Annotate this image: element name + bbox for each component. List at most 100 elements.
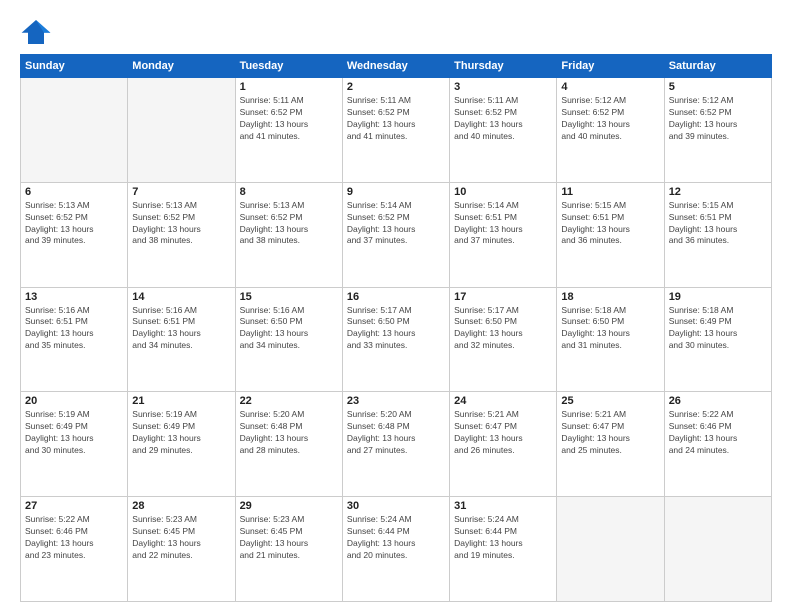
day-info: Sunrise: 5:22 AM Sunset: 6:46 PM Dayligh… — [669, 409, 767, 457]
calendar-cell: 22 Sunrise: 5:20 AM Sunset: 6:48 PM Dayli… — [235, 392, 342, 497]
calendar-cell: 28 Sunrise: 5:23 AM Sunset: 6:45 PM Dayli… — [128, 497, 235, 602]
day-number: 23 — [347, 395, 445, 407]
day-number: 12 — [669, 186, 767, 198]
day-info: Sunrise: 5:13 AM Sunset: 6:52 PM Dayligh… — [132, 200, 230, 248]
page: SundayMondayTuesdayWednesdayThursdayFrid… — [0, 0, 792, 612]
calendar-day-header: Saturday — [664, 55, 771, 78]
calendar-cell: 23 Sunrise: 5:20 AM Sunset: 6:48 PM Dayli… — [342, 392, 449, 497]
calendar-cell: 15Sunrise: 5:16 AM Sunset: 6:50 PM Dayli… — [235, 287, 342, 392]
day-info: Sunrise: 5:21 AM Sunset: 6:47 PM Dayligh… — [454, 409, 552, 457]
day-info: Sunrise: 5:16 AM Sunset: 6:51 PM Dayligh… — [25, 305, 123, 353]
calendar-cell: 8 Sunrise: 5:13 AM Sunset: 6:52 PM Daylig… — [235, 182, 342, 287]
day-info: Sunrise: 5:20 AM Sunset: 6:48 PM Dayligh… — [347, 409, 445, 457]
day-info: Sunrise: 5:16 AM Sunset: 6:51 PM Dayligh… — [132, 305, 230, 353]
calendar-cell: 10 Sunrise: 5:14 AM Sunset: 6:51 PM Dayli… — [450, 182, 557, 287]
day-info: Sunrise: 5:19 AM Sunset: 6:49 PM Dayligh… — [132, 409, 230, 457]
day-number: 30 — [347, 500, 445, 512]
day-info: Sunrise: 5:24 AM Sunset: 6:44 PM Dayligh… — [347, 514, 445, 562]
day-number: 4 — [561, 81, 659, 93]
calendar-cell: 11Sunrise: 5:15 AM Sunset: 6:51 PM Dayli… — [557, 182, 664, 287]
day-number: 10 — [454, 186, 552, 198]
day-info: Sunrise: 5:13 AM Sunset: 6:52 PM Dayligh… — [240, 200, 338, 248]
day-number: 27 — [25, 500, 123, 512]
day-info: Sunrise: 5:24 AM Sunset: 6:44 PM Dayligh… — [454, 514, 552, 562]
calendar-cell: 4Sunrise: 5:12 AM Sunset: 6:52 PM Daylig… — [557, 78, 664, 183]
day-number: 20 — [25, 395, 123, 407]
day-number: 25 — [561, 395, 659, 407]
calendar-cell: 20 Sunrise: 5:19 AM Sunset: 6:49 PM Dayli… — [21, 392, 128, 497]
day-info: Sunrise: 5:22 AM Sunset: 6:46 PM Dayligh… — [25, 514, 123, 562]
day-info: Sunrise: 5:15 AM Sunset: 6:51 PM Dayligh… — [669, 200, 767, 248]
day-info: Sunrise: 5:17 AM Sunset: 6:50 PM Dayligh… — [347, 305, 445, 353]
calendar-cell — [557, 497, 664, 602]
day-number: 19 — [669, 291, 767, 303]
calendar-cell: 16 Sunrise: 5:17 AM Sunset: 6:50 PM Dayli… — [342, 287, 449, 392]
day-number: 31 — [454, 500, 552, 512]
calendar-day-header: Friday — [557, 55, 664, 78]
calendar-cell: 14 Sunrise: 5:16 AM Sunset: 6:51 PM Dayli… — [128, 287, 235, 392]
calendar-cell: 25 Sunrise: 5:21 AM Sunset: 6:47 PM Dayli… — [557, 392, 664, 497]
calendar-header-row: SundayMondayTuesdayWednesdayThursdayFrid… — [21, 55, 772, 78]
calendar-cell: 3Sunrise: 5:11 AM Sunset: 6:52 PM Daylig… — [450, 78, 557, 183]
day-info: Sunrise: 5:14 AM Sunset: 6:51 PM Dayligh… — [454, 200, 552, 248]
day-info: Sunrise: 5:12 AM Sunset: 6:52 PM Dayligh… — [669, 95, 767, 143]
day-info: Sunrise: 5:23 AM Sunset: 6:45 PM Dayligh… — [240, 514, 338, 562]
logo-icon — [20, 18, 52, 46]
calendar-cell — [21, 78, 128, 183]
calendar-day-header: Wednesday — [342, 55, 449, 78]
calendar-cell: 1Sunrise: 5:11 AM Sunset: 6:52 PM Daylig… — [235, 78, 342, 183]
day-info: Sunrise: 5:13 AM Sunset: 6:52 PM Dayligh… — [25, 200, 123, 248]
calendar-week-row: 6 Sunrise: 5:13 AM Sunset: 6:52 PM Daylig… — [21, 182, 772, 287]
header — [20, 18, 772, 46]
day-info: Sunrise: 5:23 AM Sunset: 6:45 PM Dayligh… — [132, 514, 230, 562]
calendar-cell: 6 Sunrise: 5:13 AM Sunset: 6:52 PM Daylig… — [21, 182, 128, 287]
calendar-cell: 12 Sunrise: 5:15 AM Sunset: 6:51 PM Dayli… — [664, 182, 771, 287]
calendar-day-header: Sunday — [21, 55, 128, 78]
day-number: 14 — [132, 291, 230, 303]
day-number: 24 — [454, 395, 552, 407]
day-number: 28 — [132, 500, 230, 512]
calendar-cell — [128, 78, 235, 183]
calendar-week-row: 1Sunrise: 5:11 AM Sunset: 6:52 PM Daylig… — [21, 78, 772, 183]
calendar-cell: 13 Sunrise: 5:16 AM Sunset: 6:51 PM Dayli… — [21, 287, 128, 392]
day-info: Sunrise: 5:16 AM Sunset: 6:50 PM Dayligh… — [240, 305, 338, 353]
day-number: 7 — [132, 186, 230, 198]
calendar-cell: 26 Sunrise: 5:22 AM Sunset: 6:46 PM Dayli… — [664, 392, 771, 497]
day-info: Sunrise: 5:14 AM Sunset: 6:52 PM Dayligh… — [347, 200, 445, 248]
day-info: Sunrise: 5:19 AM Sunset: 6:49 PM Dayligh… — [25, 409, 123, 457]
calendar-cell: 5 Sunrise: 5:12 AM Sunset: 6:52 PM Daylig… — [664, 78, 771, 183]
day-number: 3 — [454, 81, 552, 93]
day-number: 16 — [347, 291, 445, 303]
calendar-cell: 7 Sunrise: 5:13 AM Sunset: 6:52 PM Daylig… — [128, 182, 235, 287]
day-number: 22 — [240, 395, 338, 407]
day-number: 17 — [454, 291, 552, 303]
day-info: Sunrise: 5:20 AM Sunset: 6:48 PM Dayligh… — [240, 409, 338, 457]
day-number: 26 — [669, 395, 767, 407]
calendar-cell: 9Sunrise: 5:14 AM Sunset: 6:52 PM Daylig… — [342, 182, 449, 287]
calendar-week-row: 20 Sunrise: 5:19 AM Sunset: 6:49 PM Dayli… — [21, 392, 772, 497]
day-info: Sunrise: 5:11 AM Sunset: 6:52 PM Dayligh… — [240, 95, 338, 143]
calendar-cell: 19 Sunrise: 5:18 AM Sunset: 6:49 PM Dayli… — [664, 287, 771, 392]
day-number: 21 — [132, 395, 230, 407]
calendar-cell: 17Sunrise: 5:17 AM Sunset: 6:50 PM Dayli… — [450, 287, 557, 392]
day-number: 13 — [25, 291, 123, 303]
calendar-day-header: Thursday — [450, 55, 557, 78]
calendar-table: SundayMondayTuesdayWednesdayThursdayFrid… — [20, 54, 772, 602]
day-info: Sunrise: 5:18 AM Sunset: 6:49 PM Dayligh… — [669, 305, 767, 353]
logo — [20, 18, 56, 46]
calendar-cell: 31 Sunrise: 5:24 AM Sunset: 6:44 PM Dayli… — [450, 497, 557, 602]
day-number: 6 — [25, 186, 123, 198]
calendar-cell: 27 Sunrise: 5:22 AM Sunset: 6:46 PM Dayli… — [21, 497, 128, 602]
calendar-cell: 30 Sunrise: 5:24 AM Sunset: 6:44 PM Dayli… — [342, 497, 449, 602]
day-info: Sunrise: 5:21 AM Sunset: 6:47 PM Dayligh… — [561, 409, 659, 457]
calendar-cell: 18Sunrise: 5:18 AM Sunset: 6:50 PM Dayli… — [557, 287, 664, 392]
day-info: Sunrise: 5:18 AM Sunset: 6:50 PM Dayligh… — [561, 305, 659, 353]
calendar-cell: 21 Sunrise: 5:19 AM Sunset: 6:49 PM Dayli… — [128, 392, 235, 497]
calendar-cell: 29Sunrise: 5:23 AM Sunset: 6:45 PM Dayli… — [235, 497, 342, 602]
day-number: 5 — [669, 81, 767, 93]
calendar-cell — [664, 497, 771, 602]
day-number: 11 — [561, 186, 659, 198]
day-info: Sunrise: 5:11 AM Sunset: 6:52 PM Dayligh… — [347, 95, 445, 143]
day-number: 8 — [240, 186, 338, 198]
calendar-cell: 24 Sunrise: 5:21 AM Sunset: 6:47 PM Dayli… — [450, 392, 557, 497]
